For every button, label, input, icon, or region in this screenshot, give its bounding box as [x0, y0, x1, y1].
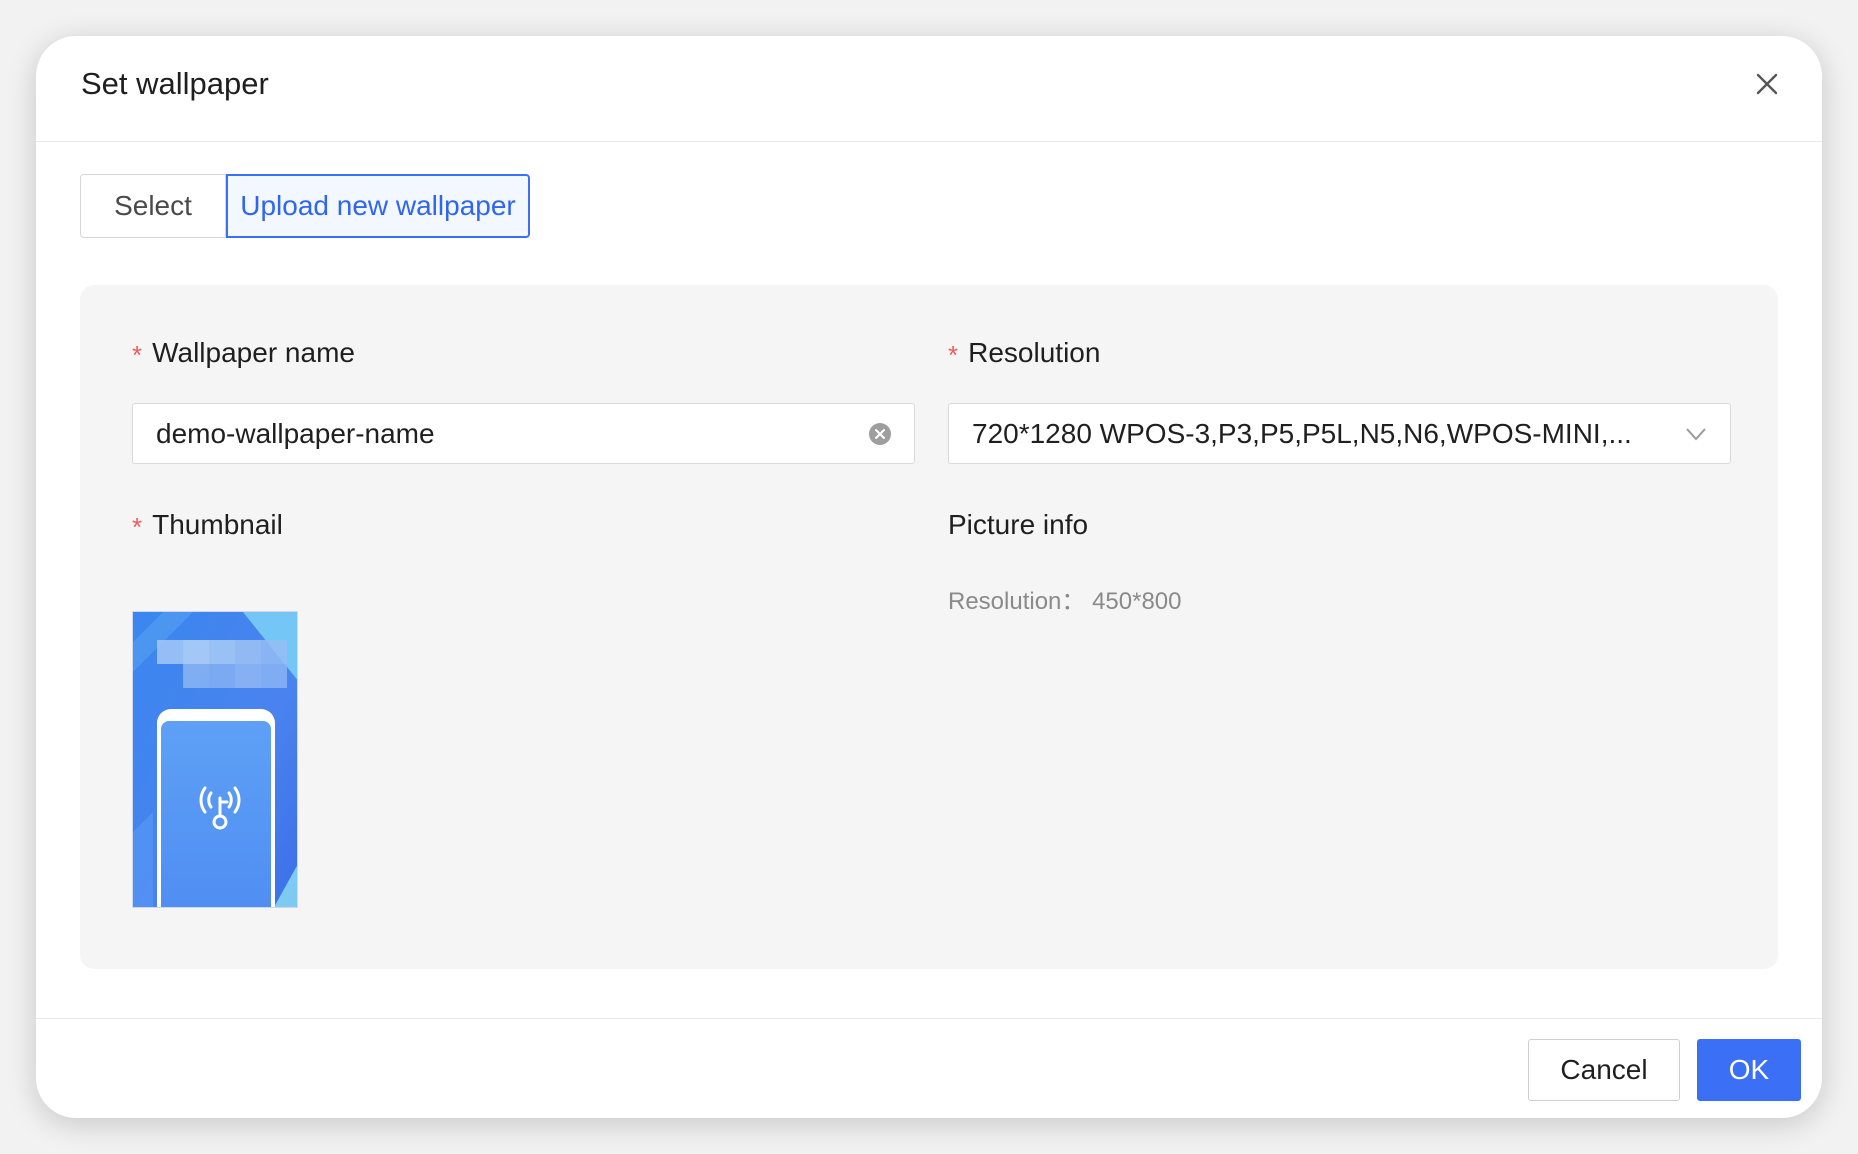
required-mark: *: [132, 340, 143, 370]
picture-info-label: Picture info: [948, 509, 1089, 540]
dialog-header: Set wallpaper: [36, 36, 1822, 142]
wallpaper-name-label: * Wallpaper name: [132, 337, 355, 370]
wallpaper-name-input[interactable]: demo-wallpaper-name: [132, 403, 915, 464]
required-mark: *: [132, 512, 143, 542]
resolution-selected-value: 720*1280 WPOS-3,P3,P5,P5L,N5,N6,WPOS-MIN…: [972, 418, 1632, 449]
form-panel: * Wallpaper name demo-wallpaper-name * Res…: [80, 285, 1778, 969]
chevron-down-icon[interactable]: [1684, 424, 1708, 444]
dialog-title: Set wallpaper: [81, 66, 269, 101]
resolution-label: * Resolution: [948, 337, 1101, 370]
close-icon[interactable]: [1747, 64, 1787, 104]
tab-upload-new-wallpaper[interactable]: Upload new wallpaper: [226, 174, 530, 238]
resolution-label-text: Resolution: [968, 337, 1101, 368]
required-mark: *: [948, 340, 959, 370]
set-wallpaper-dialog: Set wallpaper Select Upload new wallpape…: [36, 36, 1822, 1118]
dialog-footer: Cancel OK: [36, 1018, 1822, 1118]
picture-resolution-text: Resolution： 450*800: [948, 588, 1182, 615]
ok-button[interactable]: OK: [1697, 1039, 1801, 1101]
resolution-select[interactable]: 720*1280 WPOS-3,P3,P5,P5L,N5,N6,WPOS-MIN…: [948, 403, 1731, 464]
cancel-button[interactable]: Cancel: [1528, 1039, 1680, 1101]
tab-select[interactable]: Select: [80, 174, 226, 238]
thumbnail-label: * Thumbnail: [132, 509, 283, 542]
thumbnail-image[interactable]: [132, 611, 298, 908]
wallpaper-name-label-text: Wallpaper name: [152, 337, 355, 368]
clear-input-icon[interactable]: [868, 422, 892, 446]
tab-group: Select Upload new wallpaper: [80, 174, 530, 238]
wallpaper-name-value: demo-wallpaper-name: [156, 418, 435, 449]
thumbnail-label-text: Thumbnail: [152, 509, 283, 540]
